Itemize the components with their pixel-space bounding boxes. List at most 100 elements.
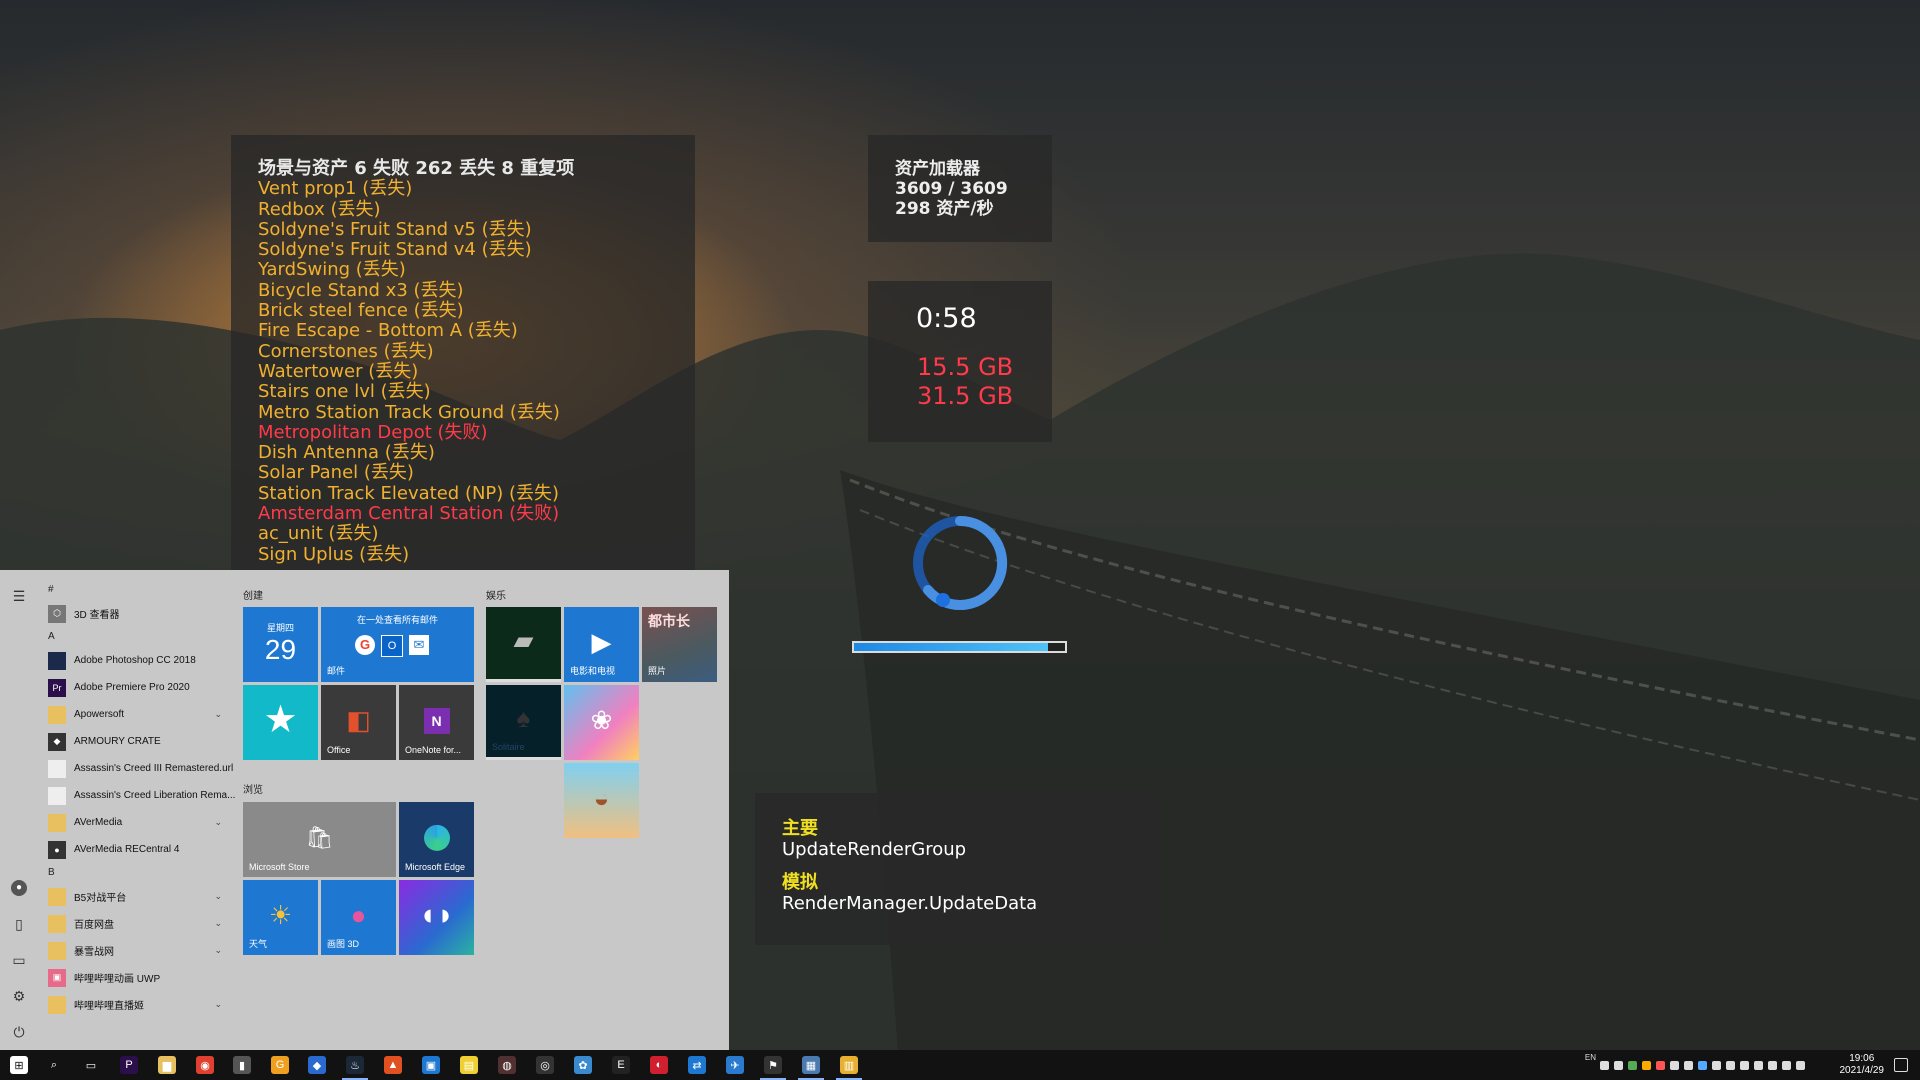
chrome-icon[interactable]: ◉ bbox=[196, 1056, 214, 1074]
chevron-down-icon[interactable]: ⌄ bbox=[214, 891, 222, 902]
office-tile[interactable]: ◧ Office bbox=[321, 685, 396, 760]
asset-item: Soldyne's Fruit Stand v5 (丢失) bbox=[258, 218, 532, 240]
app-list-item[interactable]: Assassin's Creed III Remastered.url bbox=[44, 755, 236, 782]
paint3d-label: 画图 3D bbox=[327, 939, 360, 949]
brave-icon[interactable]: ▲ bbox=[384, 1056, 402, 1074]
game-app-icon[interactable]: ◍ bbox=[498, 1056, 516, 1074]
notification-center-icon[interactable] bbox=[1894, 1058, 1908, 1072]
tray-app-icon[interactable] bbox=[1628, 1061, 1637, 1070]
chevron-down-icon[interactable]: ⌄ bbox=[214, 817, 222, 828]
tray-app-icon[interactable] bbox=[1740, 1061, 1749, 1070]
tray-app-icon[interactable] bbox=[1656, 1061, 1665, 1070]
simulation-thread-value: RenderManager.UpdateData bbox=[782, 893, 1038, 914]
tray-app-icon[interactable] bbox=[1698, 1061, 1707, 1070]
microsoft-store-tile[interactable]: 🛍 Microsoft Store bbox=[243, 802, 396, 877]
taskbar-clock[interactable]: 19:06 2021/4/29 bbox=[1840, 1053, 1885, 1077]
app-list-letter[interactable]: A bbox=[44, 627, 236, 647]
bubble-game-tile[interactable]: ❀ bbox=[564, 685, 639, 760]
cities-app-icon[interactable]: ⚑ bbox=[764, 1056, 782, 1074]
asset-item: Solar Panel (丢失) bbox=[258, 462, 414, 484]
app-list-item[interactable]: Pr Adobe Premiere Pro 2020 bbox=[44, 674, 236, 701]
mail-tile[interactable]: 在一处查看所有邮件 G O ✉ 邮件 bbox=[321, 607, 474, 682]
tray-app-icon[interactable] bbox=[1642, 1061, 1651, 1070]
g-app-icon[interactable]: G bbox=[271, 1056, 289, 1074]
dolby-tile[interactable]: ◖◗ bbox=[399, 880, 474, 955]
asset-item: Station Track Elevated (NP) (丢失) bbox=[258, 482, 560, 504]
tray-app-icon[interactable] bbox=[1768, 1061, 1777, 1070]
app-list-item[interactable]: Assassin's Creed Liberation Rema... bbox=[44, 782, 236, 809]
google-icon: G bbox=[355, 635, 375, 655]
solitaire-tile[interactable]: ♠ Solitaire bbox=[486, 685, 561, 760]
power-icon[interactable]: ⏻ bbox=[11, 1024, 27, 1040]
app-list-item[interactable]: Apowersoft ⌄ bbox=[44, 701, 236, 728]
steam-icon[interactable]: ♨ bbox=[346, 1056, 364, 1074]
tray-app-icon[interactable] bbox=[1782, 1061, 1791, 1070]
file-explorer-icon[interactable]: ▆ bbox=[158, 1056, 176, 1074]
tray-app-icon[interactable] bbox=[1754, 1061, 1763, 1070]
app-list-item[interactable]: Adobe Photoshop CC 2018 bbox=[44, 647, 236, 674]
app-list-letter[interactable]: # bbox=[44, 580, 236, 600]
tray-app-icon[interactable] bbox=[1670, 1061, 1679, 1070]
user-avatar-icon[interactable]: ● bbox=[11, 880, 27, 896]
star-app-tile[interactable]: ★ bbox=[243, 685, 318, 760]
epic-icon[interactable]: E bbox=[612, 1056, 630, 1074]
cities-skylines-icon[interactable]: ▦ bbox=[802, 1056, 820, 1074]
teamviewer-icon[interactable]: ⇄ bbox=[688, 1056, 706, 1074]
obs-icon[interactable]: ◎ bbox=[536, 1056, 554, 1074]
app-list-item[interactable]: B5对战平台 ⌄ bbox=[44, 883, 236, 910]
bilibili-icon: ▣ bbox=[48, 968, 66, 987]
folder-app-icon[interactable]: ▥ bbox=[840, 1056, 858, 1074]
tray-app-icon[interactable] bbox=[1600, 1061, 1609, 1070]
media-player-icon[interactable]: ▣ bbox=[422, 1056, 440, 1074]
cooking-game-tile[interactable]: ◒ bbox=[564, 763, 639, 838]
asset-item: Vent prop1 (丢失) bbox=[258, 178, 413, 200]
windows-start-icon[interactable]: ⊞ bbox=[10, 1056, 28, 1074]
bird-app-icon[interactable]: ✈ bbox=[726, 1056, 744, 1074]
app-list-item[interactable]: ⬡ 3D 查看器 bbox=[44, 600, 236, 627]
game-box-icon: ▰ bbox=[513, 625, 534, 656]
app-list-item[interactable]: 百度网盘 ⌄ bbox=[44, 910, 236, 937]
tray-app-icon[interactable] bbox=[1712, 1061, 1721, 1070]
chevron-down-icon[interactable]: ⌄ bbox=[214, 709, 222, 720]
onenote-tile[interactable]: N OneNote for... bbox=[399, 685, 474, 760]
app-list-item[interactable]: 哔哩哔哩直播姬 ⌄ bbox=[44, 991, 236, 1018]
hamburger-menu-icon[interactable]: ☰ bbox=[11, 588, 27, 604]
app-list-item[interactable]: ▣ 哔哩哔哩动画 UWP bbox=[44, 964, 236, 991]
chevron-down-icon[interactable]: ⌄ bbox=[214, 918, 222, 929]
tray-app-icon[interactable] bbox=[1614, 1061, 1623, 1070]
task-view-icon[interactable]: ▭ bbox=[82, 1056, 100, 1074]
settings-gear-icon[interactable]: ⚙ bbox=[11, 988, 27, 1004]
game-box-tile[interactable]: ▰ bbox=[486, 607, 561, 682]
pictures-icon[interactable]: ▭ bbox=[11, 952, 27, 968]
netease-icon[interactable]: ◐ bbox=[650, 1056, 668, 1074]
app-list-letter[interactable]: B bbox=[44, 863, 236, 883]
documents-icon[interactable]: ▯ bbox=[11, 916, 27, 932]
notes-icon[interactable]: ▤ bbox=[460, 1056, 478, 1074]
paint3d-tile[interactable]: ● 画图 3D bbox=[321, 880, 396, 955]
app-list-item[interactable]: ◆ ARMOURY CRATE bbox=[44, 728, 236, 755]
shield-app-icon[interactable]: ◆ bbox=[308, 1056, 326, 1074]
chevron-down-icon[interactable]: ⌄ bbox=[214, 945, 222, 956]
app-list-item[interactable]: AVerMedia ⌄ bbox=[44, 809, 236, 836]
microsoft-edge-tile[interactable]: Microsoft Edge bbox=[399, 802, 474, 877]
usb-icon[interactable]: ▮ bbox=[233, 1056, 251, 1074]
tray-app-icon[interactable] bbox=[1684, 1061, 1693, 1070]
tray-app-icon[interactable] bbox=[1726, 1061, 1735, 1070]
calendar-tile[interactable]: 星期四 29 bbox=[243, 607, 318, 682]
chevron-down-icon[interactable]: ⌄ bbox=[214, 999, 222, 1010]
bubble-game-icon: ❀ bbox=[590, 704, 613, 735]
elapsed-time: 0:58 bbox=[916, 303, 977, 334]
search-icon[interactable]: ⌕ bbox=[45, 1056, 63, 1074]
asset-loader-panel: 资产加载器 3609 / 3609 298 资产/秒 bbox=[868, 135, 1052, 242]
tray-app-icon[interactable] bbox=[1796, 1061, 1805, 1070]
onenote-icon: N bbox=[423, 707, 450, 734]
photos-tile[interactable]: 都市长 照片 bbox=[642, 607, 717, 682]
weather-tile[interactable]: ☀ 天气 bbox=[243, 880, 318, 955]
app-list-item[interactable]: ● AVerMedia RECentral 4 bbox=[44, 836, 236, 863]
premiere-taskbar-icon[interactable]: P bbox=[120, 1056, 138, 1074]
movies-tv-tile[interactable]: ▶ 电影和电视 bbox=[564, 607, 639, 682]
office-icon: ◧ bbox=[346, 704, 371, 735]
loader-title: 资产加载器 bbox=[895, 159, 980, 179]
app-list-item[interactable]: 暴雪战网 ⌄ bbox=[44, 937, 236, 964]
paint-app-icon[interactable]: ✿ bbox=[574, 1056, 592, 1074]
